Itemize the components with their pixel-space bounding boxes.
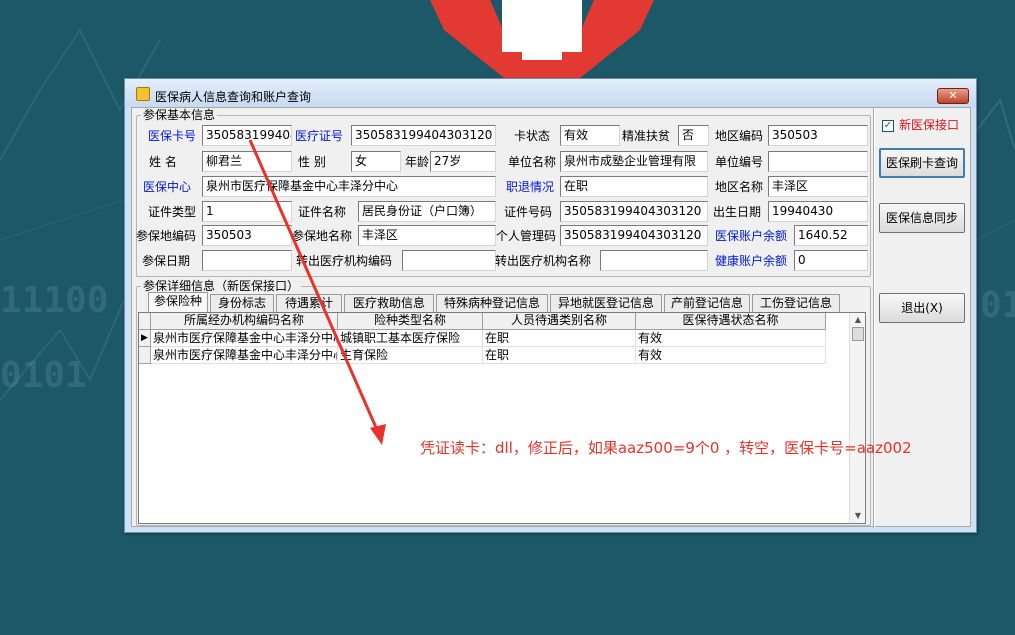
grid-header[interactable]: 人员待遇类别名称 (483, 313, 636, 330)
cert-no-field[interactable]: 350583199404303120 (351, 125, 496, 146)
personal-mgmt-field[interactable]: 350583199404303120 (560, 225, 708, 246)
table-cell[interactable]: 在职 (483, 330, 636, 347)
table-cell[interactable]: 城镇职工基本医疗保险 (338, 330, 483, 347)
birth-label: 出生日期 (713, 205, 762, 219)
table-cell[interactable]: 泉州市医疗保障基金中心丰泽分中心 (151, 330, 338, 347)
birth-field[interactable]: 19940430 (768, 201, 868, 222)
gender-label: 性 别 (298, 155, 326, 169)
employer-field[interactable]: 泉州市成塾企业管理有限 (560, 151, 708, 172)
background-digits: 11100 (0, 280, 109, 321)
center-label: 医保中心 (143, 180, 192, 194)
out-org-code-label: 转出医疗机构编码 (296, 254, 393, 268)
basic-info-title: 参保基本信息 (141, 108, 218, 122)
tab-insurance-type[interactable]: 参保险种 (148, 292, 208, 312)
name-label: 姓 名 (149, 155, 177, 169)
id-no-label: 证件号码 (504, 205, 553, 219)
table-cell[interactable]: 泉州市医疗保障基金中心丰泽分中心 (151, 347, 338, 364)
tab-identity[interactable]: 身份标志 (210, 294, 274, 312)
tab-remote-medical[interactable]: 异地就医登记信息 (550, 294, 662, 312)
tab-prenatal[interactable]: 产前登记信息 (664, 294, 750, 312)
personal-mgmt-label: 个人管理码 (496, 229, 557, 243)
scroll-up-icon[interactable]: ▲ (850, 313, 866, 327)
poverty-label: 精准扶贫 (622, 129, 671, 143)
tab-work-injury[interactable]: 工伤登记信息 (752, 294, 840, 312)
employer-label: 单位名称 (508, 155, 557, 169)
id-no-field[interactable]: 350583199404303120 (560, 201, 708, 222)
out-org-code-field[interactable] (402, 250, 496, 271)
ins-area-code-label: 参保地编码 (136, 229, 197, 243)
ins-area-code-field[interactable]: 350503 (202, 225, 292, 246)
insurance-grid[interactable]: 所属经办机构编码名称 险种类型名称 人员待遇类别名称 医保待遇状态名称 ▶ 泉州… (138, 312, 866, 524)
card-no-field[interactable]: 350583199404 (202, 125, 292, 146)
age-field[interactable]: 27岁 (430, 151, 496, 172)
center-field[interactable]: 泉州市医疗保障基金中心丰泽分中心 (202, 176, 496, 197)
out-org-name-field[interactable] (600, 250, 708, 271)
annotation-text: 凭证读卡：dll，修正后，如果aaz500=9个0 ，转空，医保卡号=aaz00… (420, 439, 912, 457)
grid-header[interactable]: 医保待遇状态名称 (636, 313, 826, 330)
ins-date-field[interactable] (202, 250, 292, 271)
table-cell[interactable]: 在职 (483, 347, 636, 364)
close-button[interactable]: ✕ (937, 88, 969, 104)
card-status-label: 卡状态 (514, 129, 551, 143)
row-indicator[interactable] (139, 347, 151, 364)
grid-header[interactable]: 所属经办机构编码名称 (151, 313, 338, 330)
background-digits: 0101 (0, 355, 87, 396)
background-digits: 01 (980, 285, 1015, 326)
new-interface-checkbox[interactable]: ✓ (882, 120, 894, 132)
ins-area-name-label: 参保地名称 (292, 229, 353, 243)
health-balance-label: 健康账户余额 (715, 254, 788, 268)
new-interface-label: 新医保接口 (899, 118, 960, 132)
ins-date-label: 参保日期 (142, 254, 191, 268)
grid-header[interactable]: 险种类型名称 (338, 313, 483, 330)
gender-field[interactable]: 女 (351, 151, 401, 172)
health-balance-field[interactable]: 0 (794, 250, 868, 271)
age-label: 年龄 (405, 155, 430, 169)
grid-scrollbar[interactable]: ▲ ▼ (849, 313, 865, 523)
detail-info-title: 参保详细信息（新医保接口） (141, 279, 302, 293)
grid-corner (139, 313, 151, 330)
sync-button[interactable]: 医保信息同步 (879, 203, 965, 233)
ins-area-name-field[interactable]: 丰泽区 (358, 225, 496, 246)
account-balance-label: 医保账户余额 (715, 229, 788, 243)
query-window: 医保病人信息查询和账户查询 ✕ 参保基本信息 医保卡号 350583199404… (124, 78, 977, 533)
table-cell[interactable]: 有效 (636, 347, 826, 364)
area-code-field[interactable]: 350503 (768, 125, 868, 146)
employer-code-label: 单位编号 (715, 155, 764, 169)
table-cell[interactable]: 生育保险 (338, 347, 483, 364)
window-title: 医保病人信息查询和账户查询 (155, 90, 312, 104)
card-query-button[interactable]: 医保刷卡查询 (879, 148, 965, 178)
job-status-label: 职退情况 (506, 180, 555, 194)
job-status-field[interactable]: 在职 (560, 176, 708, 197)
card-status-field[interactable]: 有效 (560, 125, 620, 146)
account-balance-field[interactable]: 1640.52 (794, 225, 868, 246)
name-field[interactable]: 柳君兰 (202, 151, 292, 172)
tab-benefit-total[interactable]: 待遇累计 (276, 294, 342, 312)
area-name-field[interactable]: 丰泽区 (768, 176, 868, 197)
id-type-name-label: 证件名称 (298, 205, 347, 219)
row-indicator[interactable]: ▶ (139, 330, 151, 347)
client-area: 参保基本信息 医保卡号 350583199404 医疗证号 3505831994… (131, 107, 971, 528)
out-org-name-label: 转出医疗机构名称 (495, 254, 592, 268)
area-name-label: 地区名称 (715, 180, 764, 194)
scroll-down-icon[interactable]: ▼ (850, 509, 866, 523)
tab-special-disease[interactable]: 特殊病种登记信息 (436, 294, 548, 312)
table-cell[interactable]: 有效 (636, 330, 826, 347)
title-bar[interactable]: 医保病人信息查询和账户查询 ✕ (125, 79, 976, 107)
side-divider (873, 108, 875, 528)
tab-medical-aid[interactable]: 医疗救助信息 (344, 294, 434, 312)
id-type-name-field[interactable]: 居民身份证（户口簿） (358, 201, 496, 222)
poverty-field[interactable]: 否 (678, 125, 709, 146)
cert-no-label: 医疗证号 (295, 129, 344, 143)
card-no-label: 医保卡号 (148, 129, 197, 143)
scroll-thumb[interactable] (852, 327, 864, 341)
red-cross-logo (430, 0, 654, 78)
exit-button[interactable]: 退出(X) (879, 293, 965, 323)
id-type-field[interactable]: 1 (202, 201, 292, 222)
id-type-label: 证件类型 (148, 205, 197, 219)
area-code-label: 地区编码 (715, 129, 764, 143)
app-icon (136, 87, 150, 101)
employer-code-field[interactable] (768, 151, 868, 172)
